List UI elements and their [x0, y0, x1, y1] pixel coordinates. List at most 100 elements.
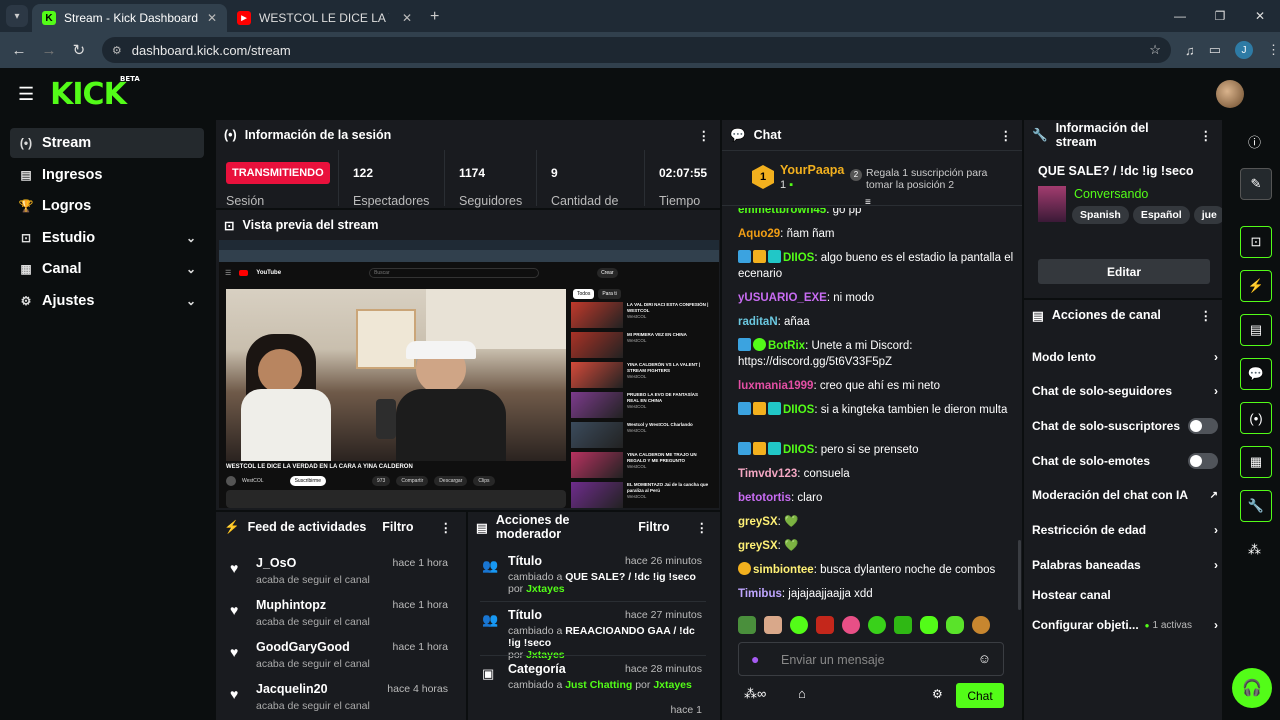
- emote-laugh-icon[interactable]: [868, 616, 886, 634]
- filter-button[interactable]: Filtro: [638, 520, 669, 534]
- activity-user[interactable]: J_OsO: [256, 556, 296, 570]
- reload-icon[interactable]: ↻: [64, 41, 94, 59]
- emotes-only-toggle[interactable]: [1188, 453, 1218, 469]
- action-slow-mode[interactable]: Modo lento ›: [1032, 340, 1218, 374]
- tab-search-button[interactable]: ▾: [6, 5, 28, 27]
- chat-username[interactable]: DIIOS: [783, 444, 814, 456]
- action-host-channel[interactable]: Hostear canal: [1032, 578, 1218, 612]
- gift-sub-prompt[interactable]: Regala 1 suscripción para tomar la posic…: [866, 167, 996, 191]
- sidebar-item-canal[interactable]: ▦ Canal ⌄: [10, 254, 204, 284]
- bookmark-star-icon[interactable]: ☆: [1149, 42, 1161, 58]
- chat-username[interactable]: greySX: [738, 516, 778, 528]
- action-followers-only[interactable]: Chat de solo-seguidores ›: [1032, 374, 1218, 408]
- sidebar-item-stream[interactable]: (•) Stream: [10, 128, 204, 158]
- action-emotes-only[interactable]: Chat de solo-emotes: [1032, 444, 1218, 478]
- store-icon[interactable]: ⌂: [798, 686, 806, 701]
- stream-category[interactable]: Conversando: [1074, 187, 1148, 201]
- hamburger-menu-icon[interactable]: ☰: [18, 84, 34, 105]
- sidebar-item-estudio[interactable]: ⊡ Estudio ⌄: [10, 223, 204, 253]
- chat-username[interactable]: Timvdv123: [738, 468, 797, 480]
- kebab-menu-icon[interactable]: ⋮: [1200, 308, 1213, 323]
- close-tab-icon[interactable]: ✕: [402, 11, 412, 25]
- emote-blob-icon[interactable]: [920, 616, 938, 634]
- activity-user[interactable]: Muphintopz: [256, 598, 326, 612]
- browser-profile-avatar[interactable]: J: [1234, 41, 1253, 59]
- activity-user[interactable]: Jacquelin20: [256, 682, 328, 696]
- detail-user[interactable]: Jxtayes: [653, 679, 692, 691]
- action-configure-goals[interactable]: Configurar objeti... ● 1 activas ›: [1032, 608, 1218, 642]
- media-controls-icon[interactable]: ♫: [1185, 43, 1195, 58]
- kick-logo[interactable]: KICK BETA: [50, 75, 140, 112]
- subscribers-only-toggle[interactable]: [1188, 418, 1218, 434]
- tab-youtube-video[interactable]: ▶ WESTCOL LE DICE LA VERD ✕: [227, 4, 422, 32]
- points-icon[interactable]: ⁂∞: [744, 686, 766, 702]
- chat-username[interactable]: Aquo29: [738, 228, 780, 240]
- chat-username[interactable]: greySX: [738, 540, 778, 552]
- close-tab-icon[interactable]: ✕: [207, 11, 217, 25]
- emote-pepe-icon[interactable]: [738, 616, 756, 634]
- user-avatar[interactable]: [1216, 80, 1244, 108]
- kebab-menu-icon[interactable]: ⋮: [1000, 128, 1013, 143]
- window-close-icon[interactable]: ✕: [1240, 9, 1280, 23]
- collapse-chevron-icon[interactable]: ≡: [865, 197, 871, 208]
- action-banned-words[interactable]: Palabras baneadas ›: [1032, 548, 1218, 582]
- emote-kick-icon[interactable]: [790, 616, 808, 634]
- chat-username[interactable]: DIIOS: [783, 404, 814, 416]
- chat-settings-gear-icon[interactable]: ⚙: [932, 687, 943, 701]
- preview-tool-icon[interactable]: ⊡: [1240, 226, 1272, 258]
- chat-username[interactable]: betotortis: [738, 492, 791, 504]
- chat-send-button[interactable]: Chat: [956, 683, 1004, 708]
- emote-face-icon[interactable]: [764, 616, 782, 634]
- detail-user[interactable]: Jxtayes: [526, 583, 565, 595]
- emote-cry-icon[interactable]: [946, 616, 964, 634]
- new-tab-button[interactable]: +: [430, 8, 439, 26]
- filter-button[interactable]: Filtro: [382, 520, 413, 534]
- maximize-icon[interactable]: ❐: [1200, 9, 1240, 23]
- chat-username[interactable]: yUSUARIO_EXE: [738, 292, 827, 304]
- stream-preview-video[interactable]: ☰ YouTube Buscar Crear WESTCOL LE DICE L…: [219, 240, 719, 508]
- emote-hat-icon[interactable]: [972, 616, 990, 634]
- activity-user[interactable]: GoodGaryGood: [256, 640, 350, 654]
- emote-sick-icon[interactable]: [894, 616, 912, 634]
- tab-kick-dashboard[interactable]: K Stream - Kick Dashboard ✕: [32, 4, 227, 32]
- microphone-icon[interactable]: ●: [751, 651, 759, 667]
- forward-icon[interactable]: →: [34, 42, 64, 59]
- community-icon[interactable]: ⁂: [1248, 542, 1261, 558]
- layout-tool-icon[interactable]: ▦: [1240, 446, 1272, 478]
- kebab-menu-icon[interactable]: ⋮: [696, 520, 709, 535]
- address-bar[interactable]: ⚙ dashboard.kick.com/stream ☆: [101, 37, 1171, 63]
- tag-pill[interactable]: Español: [1132, 206, 1190, 224]
- kebab-menu-icon[interactable]: ⋮: [698, 128, 711, 143]
- emote-angry-icon[interactable]: [816, 616, 834, 634]
- support-headset-icon[interactable]: 🎧: [1232, 668, 1272, 708]
- chat-username[interactable]: Timibus: [738, 588, 782, 600]
- emoji-picker-icon[interactable]: ☺: [978, 651, 991, 666]
- site-info-icon[interactable]: ⚙: [112, 44, 122, 57]
- tag-pill[interactable]: Spanish: [1072, 206, 1129, 224]
- leaderboard-user[interactable]: YourPaapa: [780, 163, 844, 177]
- kebab-menu-icon[interactable]: ⋮: [1200, 128, 1213, 143]
- action-age-restriction[interactable]: Restricción de edad ›: [1032, 513, 1218, 547]
- emote-clown-icon[interactable]: [842, 616, 860, 634]
- sidebar-item-ajustes[interactable]: ⚙ Ajustes ⌄: [10, 286, 204, 316]
- action-ai-moderation[interactable]: Moderación del chat con IA ↗: [1032, 478, 1218, 512]
- chat-username[interactable]: DIIOS: [783, 252, 814, 264]
- chat-scrollbar[interactable]: [1018, 540, 1021, 610]
- info-icon[interactable]: ⓘ: [1248, 132, 1261, 151]
- chat-input[interactable]: ● Enviar un mensaje ☺: [738, 642, 1004, 676]
- tag-pill[interactable]: jue: [1193, 206, 1222, 224]
- action-subscribers-only[interactable]: Chat de solo-suscriptores: [1032, 409, 1218, 443]
- chat-tool-icon[interactable]: 💬: [1240, 358, 1272, 390]
- notes-tool-icon[interactable]: ▤: [1240, 314, 1272, 346]
- sidebar-item-logros[interactable]: 🏆 Logros: [10, 191, 204, 221]
- pencil-icon[interactable]: ✎: [1240, 168, 1272, 200]
- wrench-tool-icon[interactable]: 🔧: [1240, 490, 1272, 522]
- broadcast-tool-icon[interactable]: (•): [1240, 402, 1272, 434]
- split-view-icon[interactable]: ▭: [1209, 42, 1221, 58]
- bolt-tool-icon[interactable]: ⚡: [1240, 270, 1272, 302]
- chat-username[interactable]: simbiontee: [753, 564, 814, 576]
- browser-menu-icon[interactable]: ⋮: [1267, 42, 1280, 58]
- chat-username[interactable]: BotRix: [768, 340, 805, 352]
- sidebar-item-ingresos[interactable]: ▤ Ingresos: [10, 160, 204, 190]
- chat-username[interactable]: raditaN: [738, 316, 778, 328]
